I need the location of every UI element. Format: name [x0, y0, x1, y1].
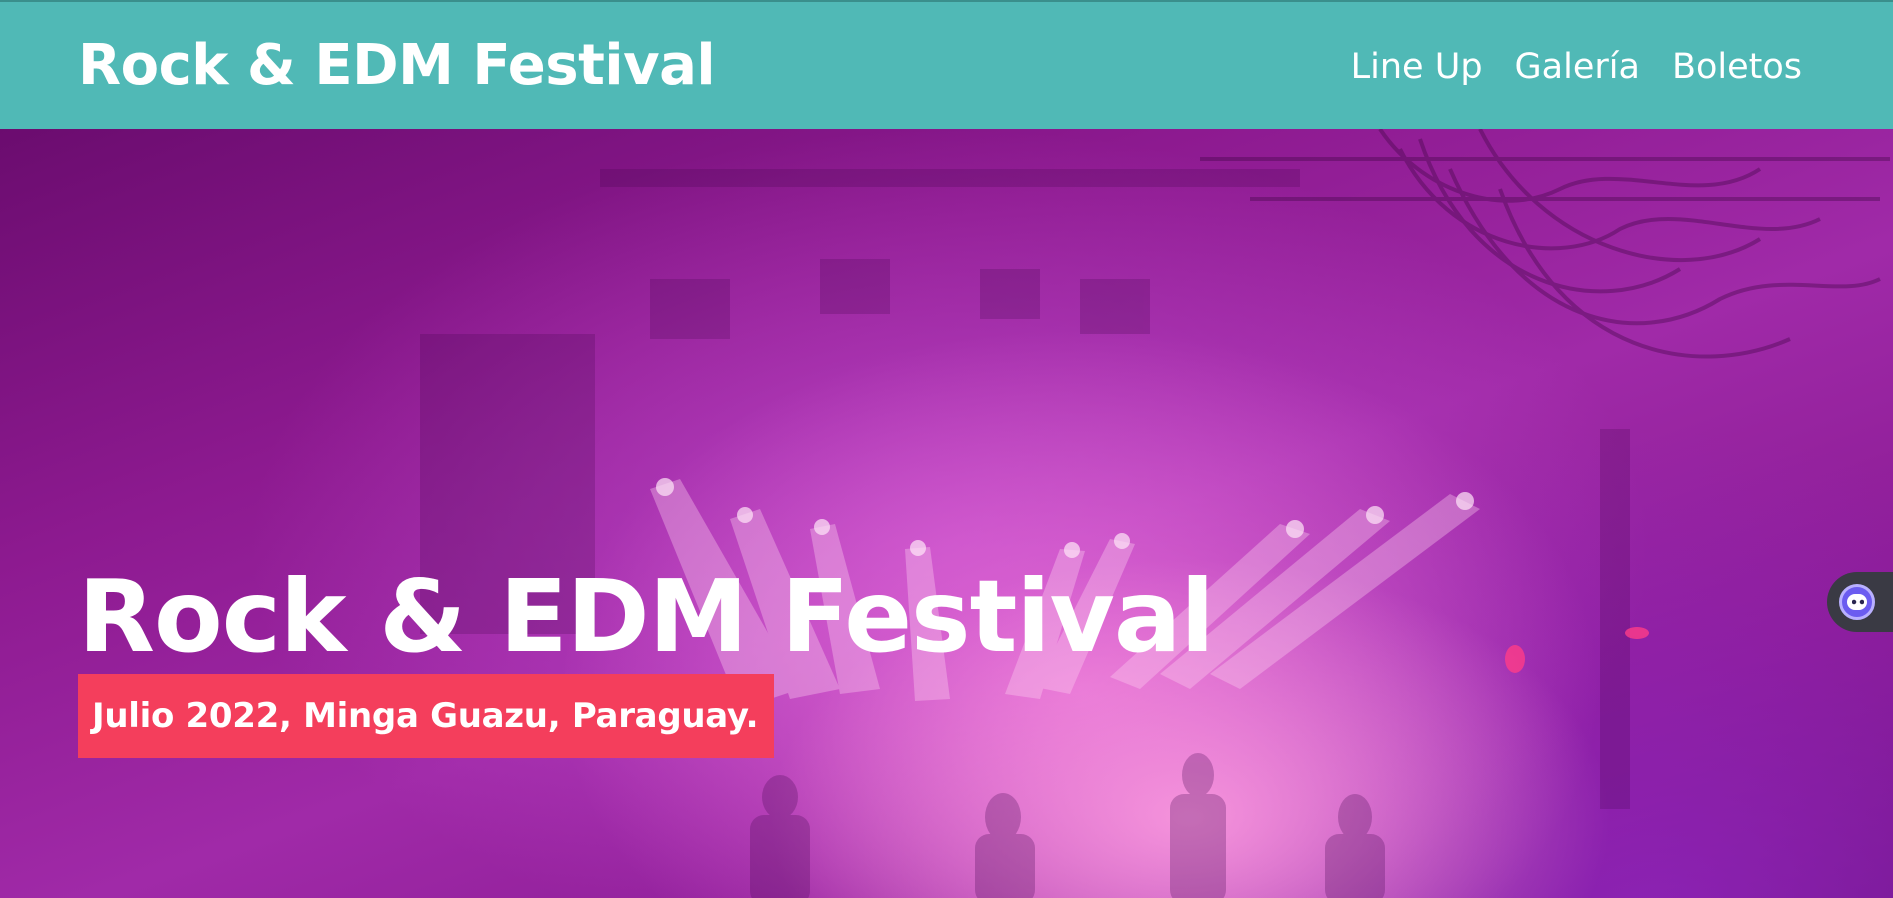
hero-title: Rock & EDM Festival [78, 558, 1215, 675]
nav-link-boletos[interactable]: Boletos [1672, 47, 1802, 87]
nav-link-line-up[interactable]: Line Up [1351, 47, 1483, 87]
assistant-bot-icon [1839, 584, 1875, 620]
concert-stage-background [420, 129, 1890, 898]
site-header: Rock & EDM Festival Line Up Galería Bole… [0, 0, 1893, 129]
main-nav: Line Up Galería Boletos [1351, 2, 1802, 131]
site-logo-text[interactable]: Rock & EDM Festival [78, 32, 716, 100]
nav-link-galeria[interactable]: Galería [1515, 47, 1640, 87]
event-date-location-badge: Julio 2022, Minga Guazu, Paraguay. [78, 674, 775, 758]
assistant-widget-button[interactable] [1827, 572, 1893, 632]
event-date-location-text: Julio 2022, Minga Guazu, Paraguay. [92, 696, 759, 736]
hero-section: Rock & EDM Festival Julio 2022, Minga Gu… [0, 129, 1893, 898]
